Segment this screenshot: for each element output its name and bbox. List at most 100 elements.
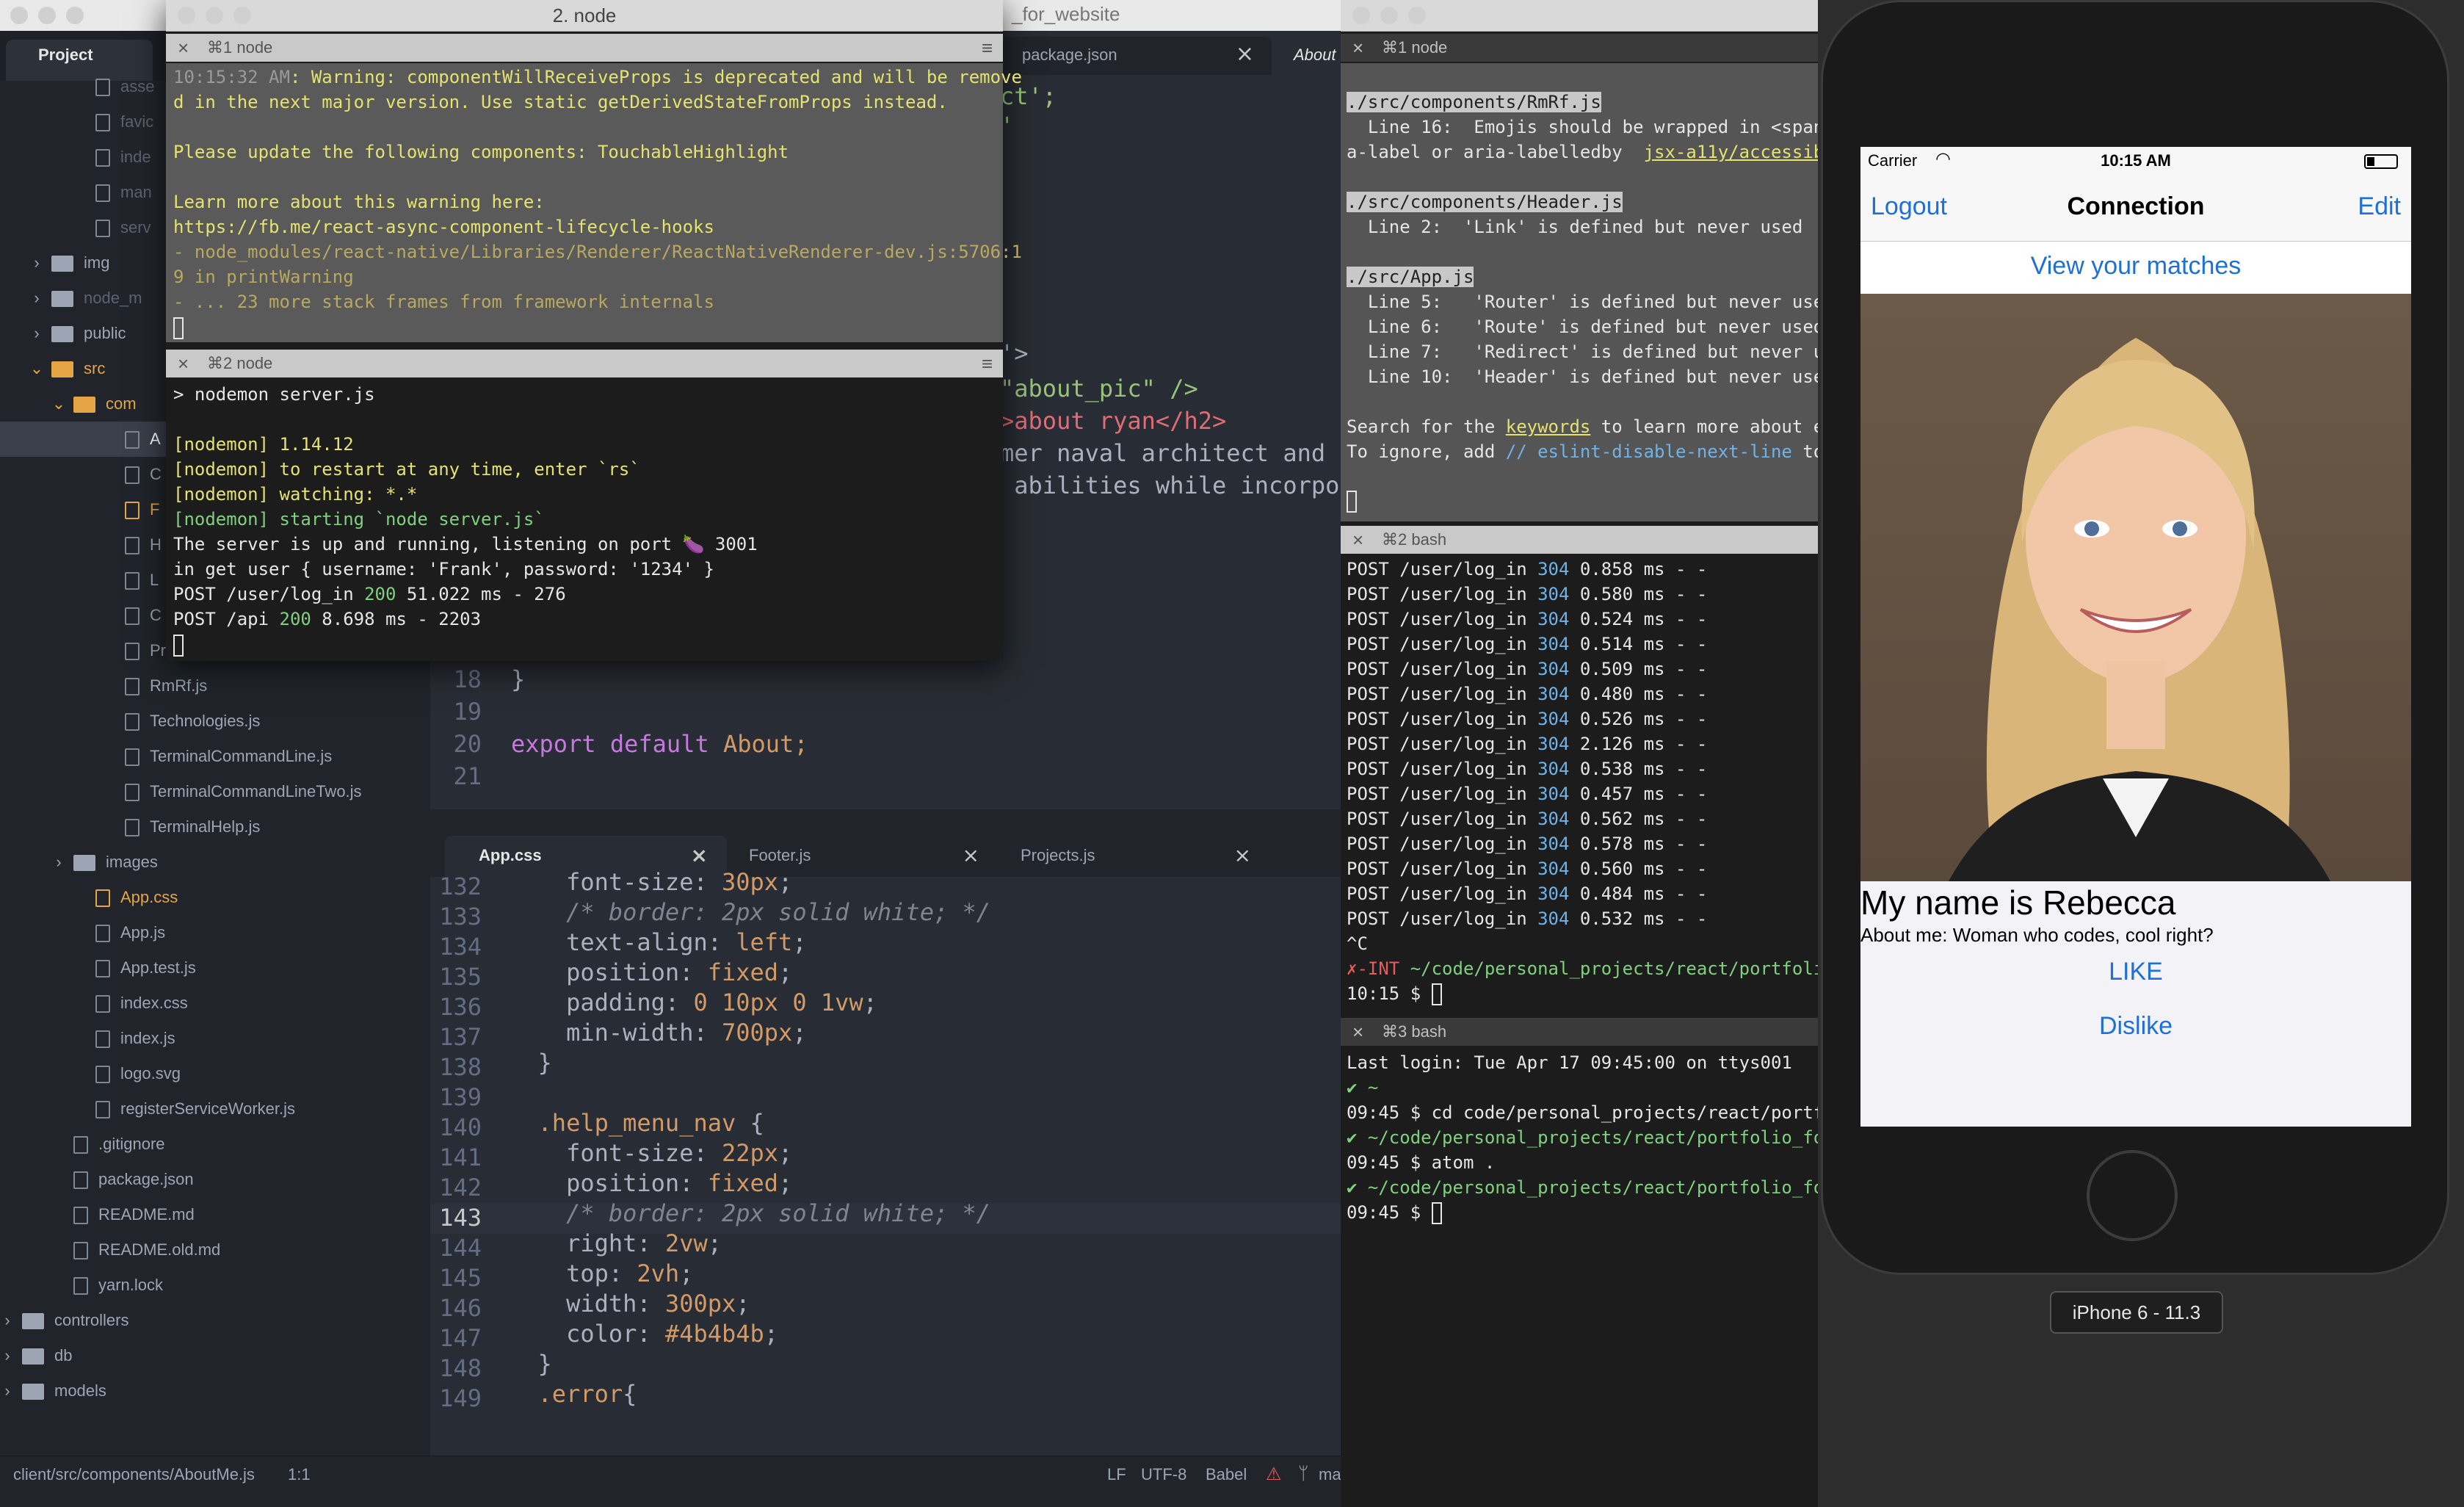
tree-item[interactable]: index.css [0, 986, 430, 1021]
chevron-right-icon[interactable]: › [0, 1303, 18, 1338]
terminal-right-pane-2[interactable]: POST /user/log_in 304 0.858 ms - - POST /… [1341, 555, 1818, 1011]
line-number: 133 [439, 903, 482, 930]
close-pane-icon[interactable]: × [1352, 1018, 1363, 1046]
chevron-down-icon[interactable]: ⌄ [48, 386, 69, 422]
tree-item[interactable]: › models [0, 1373, 430, 1409]
tab-about[interactable]: About [1278, 37, 1341, 75]
tree-item[interactable]: › controllers [0, 1303, 430, 1338]
code-line: export default About; [511, 730, 808, 758]
close-icon[interactable]: × [963, 843, 979, 867]
status-encoding[interactable]: UTF-8 [1141, 1465, 1186, 1484]
status-grammar[interactable]: Babel [1206, 1465, 1247, 1484]
edit-button[interactable]: Edit [2358, 192, 2401, 221]
tree-item[interactable]: TerminalCommandLineTwo.js [0, 774, 430, 809]
menu-icon[interactable]: ≡ [982, 350, 993, 377]
status-cursor-position[interactable]: 1:1 [288, 1465, 311, 1484]
tree-item[interactable]: package.json [0, 1162, 430, 1197]
chevron-right-icon[interactable]: › [0, 1338, 18, 1373]
close-pane-icon[interactable]: × [178, 34, 189, 62]
file-icon [95, 925, 110, 943]
line-number: 138 [439, 1053, 482, 1081]
close-icon[interactable]: × [1236, 41, 1254, 67]
pane-1-header[interactable]: × ⌘1 node [1341, 34, 1818, 62]
tree-item[interactable]: TerminalCommandLine.js [0, 739, 430, 774]
tree-item[interactable]: registerServiceWorker.js [0, 1091, 430, 1127]
pane-2-header[interactable]: × ⌘2 bash [1341, 526, 1818, 554]
close-pane-icon[interactable]: × [1352, 526, 1363, 554]
tree-item[interactable]: yarn.lock [0, 1268, 430, 1303]
zoom-dot-icon[interactable] [66, 7, 84, 24]
tab-package-json[interactable]: package.json × [1000, 37, 1272, 75]
menu-icon[interactable]: ≡ [982, 34, 993, 62]
code-fragment: >about ryan</h2> [1000, 407, 1227, 435]
dislike-button[interactable]: Dislike [1860, 1012, 2411, 1041]
line-number: 132 [439, 872, 482, 900]
git-branch-icon[interactable]: ᛘ [1298, 1464, 1308, 1484]
status-line-ending[interactable]: LF [1107, 1465, 1126, 1484]
terminal-pane-2[interactable]: > nodemon server.js [nodemon] 1.14.12 [n… [166, 379, 1003, 661]
minimize-dot-icon[interactable] [1380, 7, 1398, 24]
chevron-right-icon[interactable]: › [26, 281, 47, 316]
terminal-right-titlebar[interactable] [1341, 0, 1818, 32]
tree-item-label: public [84, 324, 126, 342]
close-pane-icon[interactable]: × [1352, 34, 1363, 62]
chevron-down-icon[interactable]: ⌄ [26, 351, 47, 386]
term-link[interactable]: https://fb.me/react-async-component-life… [173, 214, 714, 239]
close-dot-icon[interactable] [1352, 7, 1370, 24]
chevron-right-icon[interactable]: › [0, 1373, 18, 1409]
tree-item[interactable]: Technologies.js [0, 704, 430, 739]
close-dot-icon[interactable] [10, 7, 28, 24]
home-button[interactable] [2087, 1150, 2178, 1241]
status-branch[interactable]: ma [1319, 1465, 1341, 1484]
line-number: 142 [439, 1174, 482, 1201]
line-number: 135 [439, 963, 482, 991]
tab-project-label: Project [38, 46, 93, 64]
tree-item[interactable]: › db [0, 1338, 430, 1373]
folder-icon [51, 361, 73, 378]
terminal-left-titlebar[interactable]: 2. node [166, 0, 1003, 32]
term-line: in get user { username: 'Frank', passwor… [173, 559, 714, 579]
terminal-pane-1[interactable]: 10:15:32 AM: Warning: componentWillRecei… [166, 63, 1022, 342]
file-icon [125, 819, 139, 837]
tree-item[interactable]: logo.svg [0, 1056, 430, 1091]
file-icon [73, 1207, 88, 1225]
tree-item-label: src [84, 359, 106, 377]
tree-item[interactable]: .gitignore [0, 1127, 430, 1162]
close-pane-icon[interactable]: × [178, 350, 189, 377]
tree-item[interactable]: App.css [0, 880, 430, 915]
tree-item[interactable]: App.test.js [0, 950, 430, 986]
chevron-right-icon[interactable]: › [26, 245, 47, 281]
close-icon[interactable]: × [691, 843, 708, 867]
pane-3-header[interactable]: × ⌘3 bash [1341, 1018, 1818, 1046]
view-matches-button[interactable]: View your matches [1860, 252, 2411, 281]
terminal-right-pane-1[interactable]: ./src/components/RmRf.js Line 16: Emojis… [1341, 63, 1818, 521]
chevron-right-icon[interactable]: › [48, 845, 69, 880]
term-line: POST /user/log_in 304 0.538 ms - - [1347, 759, 1708, 779]
tree-item[interactable]: TerminalHelp.js [0, 809, 430, 845]
tree-item-label: serv [120, 218, 151, 236]
minimize-dot-icon[interactable] [38, 7, 56, 24]
term-line: 10:15:32 AM: Warning: componentWillRecei… [173, 67, 1022, 87]
tab-projects-js[interactable]: Projects.js × [1003, 836, 1270, 877]
tree-item-label: controllers [54, 1311, 129, 1329]
tree-item[interactable]: README.md [0, 1197, 430, 1232]
zoom-dot-icon[interactable] [1408, 7, 1426, 24]
status-file-path[interactable]: client/src/components/AboutMe.js [13, 1465, 255, 1484]
tree-item[interactable]: App.js [0, 915, 430, 950]
tree-item[interactable]: › images [0, 845, 430, 880]
chevron-right-icon[interactable]: › [26, 316, 47, 351]
tree-item[interactable]: index.js [0, 1021, 430, 1056]
line-number: 144 [439, 1234, 482, 1262]
like-button[interactable]: LIKE [1860, 958, 2411, 986]
close-icon[interactable]: × [1234, 843, 1251, 867]
pane-2-header[interactable]: × ⌘2 node ≡ [166, 350, 1003, 377]
tree-item[interactable]: README.old.md [0, 1232, 430, 1268]
broadcast-icon[interactable]: ⚠ [1266, 1464, 1282, 1485]
pane-1-header[interactable]: × ⌘1 node ≡ [166, 34, 1003, 62]
term-line: Line 2: 'Link' is defined but never used… [1347, 217, 1818, 237]
term-line: ✔ ~/code/personal_projects/react/portfol… [1347, 1127, 1818, 1148]
terminal-right-pane-3[interactable]: Last login: Tue Apr 17 09:45:00 on ttys0… [1341, 1047, 1818, 1507]
tree-item[interactable]: RmRf.js [0, 668, 430, 704]
term-line: POST /user/log_in 304 0.514 ms - - [1347, 634, 1708, 654]
term-line: Line 16: Emojis should be wrapped in <sp… [1347, 117, 1818, 137]
